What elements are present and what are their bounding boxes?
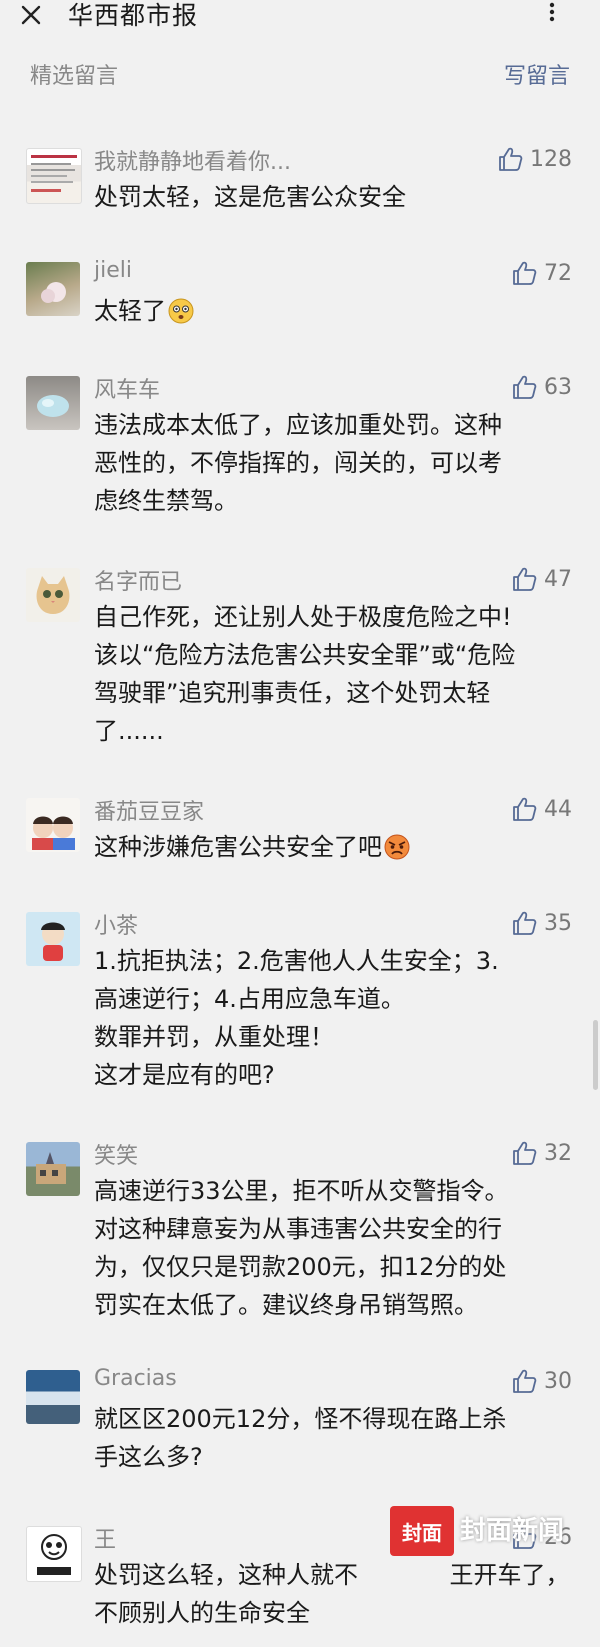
thumbs-up-icon <box>513 375 537 399</box>
like-count: 35 <box>544 910 572 936</box>
comment-line: 这种涉嫌危害公共安全了吧 <box>94 828 574 866</box>
avatar[interactable] <box>26 376 80 430</box>
page-title: 华西都市报 <box>68 1 199 30</box>
comment-text: 违法成本太低了，应该加重处罚。这种 恶性的，不停指挥的，闯关的，可以考 虑终生禁… <box>94 406 574 520</box>
like-button[interactable]: 63 <box>510 372 572 402</box>
like-count: 32 <box>544 1140 572 1166</box>
comment-nickname: Gracias <box>94 1366 177 1391</box>
thumbs-up-icon <box>513 911 537 935</box>
close-icon[interactable] <box>16 0 46 30</box>
comment-line: 数罪并罚，从重处理！ <box>94 1023 334 1051</box>
comment-text: 太轻了 <box>94 292 574 330</box>
thumbs-up-icon <box>513 567 537 591</box>
comment-line: 了...... <box>94 717 164 745</box>
comment-text: 就区区200元12分，怪不得现在路上杀 手这么多? <box>94 1400 574 1476</box>
comment-text: 自己作死，还让别人处于极度危险之中! 该以“危险方法危害公共安全罪”或“危险 驾… <box>94 598 574 750</box>
comment-line: 自己作死，还让别人处于极度危险之中! <box>94 603 512 631</box>
avatar[interactable] <box>26 1370 80 1424</box>
comment-line-text: 太轻了 <box>94 297 166 325</box>
comment-nickname: 小茶 <box>94 914 139 939</box>
avatar[interactable] <box>26 148 82 204</box>
comment-nickname: 笑笑 <box>94 1144 139 1169</box>
comment-line: 罚实在太低了。建议终身吊销驾照。 <box>94 1291 478 1319</box>
comment-line: 这才是应有的吧? <box>94 1061 275 1089</box>
comment-text: 高速逆行33公里，拒不听从交警指令。 对这种肆意妄为从事违害公共安全的行 为，仅… <box>94 1172 574 1324</box>
comment-line: 违法成本太低了，应该加重处罚。这种 <box>94 411 502 439</box>
avatar[interactable] <box>26 798 80 852</box>
like-button[interactable]: 32 <box>510 1138 572 1168</box>
like-button[interactable]: 35 <box>510 908 572 938</box>
scrollbar[interactable] <box>593 1020 598 1090</box>
thumbs-up-icon <box>513 1369 537 1393</box>
thumbs-up-icon <box>513 797 537 821</box>
avatar[interactable] <box>26 568 80 622</box>
like-button[interactable]: 128 <box>496 144 572 174</box>
surprised-emoji-icon <box>168 298 194 324</box>
comment-text: 1.抗拒执法；2.危害他人人生安全；3. 高速逆行；4.占用应急车道。 数罪并罚… <box>94 942 574 1094</box>
comment-nickname: 我就静静地看着你... <box>94 150 291 175</box>
comment-line: 高速逆行；4.占用应急车道。 <box>94 985 405 1013</box>
comment-text: 处罚这么轻，这种人就不 王开车了， 不顾别人的生命安全 <box>94 1556 574 1632</box>
thumbs-up-icon <box>513 261 537 285</box>
like-count: 72 <box>544 260 572 286</box>
comment-line: 驾驶罪”追究刑事责任，这个处罚太轻 <box>94 679 491 707</box>
comment-line: 对这种肆意妄为从事违害公共安全的行 <box>94 1215 502 1243</box>
comment-line: 手这么多? <box>94 1443 203 1471</box>
like-count: 47 <box>544 566 572 592</box>
watermark-text: 封面新闻 <box>460 1516 565 1546</box>
avatar[interactable] <box>26 912 80 966</box>
write-comment-link[interactable]: 写留言 <box>504 58 570 90</box>
comment-nickname: 番茄豆豆家 <box>94 800 205 825</box>
like-count: 44 <box>544 796 572 822</box>
angry-emoji-icon <box>384 834 410 860</box>
comment-line-text: 这种涉嫌危害公共安全了吧 <box>94 833 382 861</box>
like-count: 30 <box>544 1368 572 1394</box>
comment-nickname: 风车车 <box>94 378 161 403</box>
comment-line: 1.抗拒执法；2.危害他人人生安全；3. <box>94 947 499 975</box>
like-button[interactable]: 44 <box>510 794 572 824</box>
comment-line: 为，仅仅只是罚款200元，扣12分的处 <box>94 1253 507 1281</box>
comment-line: 虑终生禁驾。 <box>94 487 238 515</box>
comment-line: 恶性的，不停指挥的，闯关的，可以考 <box>94 449 502 477</box>
comment-line: 就区区200元12分，怪不得现在路上杀 <box>94 1405 507 1433</box>
comment-line: 该以“危险方法危害公共安全罪”或“危险 <box>94 641 516 669</box>
comments-header: 精选留言 写留言 <box>0 58 600 98</box>
comment-nickname: jieli <box>94 258 132 283</box>
like-button[interactable]: 72 <box>510 258 572 288</box>
avatar[interactable] <box>26 1526 82 1582</box>
comment-line: 不顾别人的生命安全 <box>94 1599 310 1627</box>
more-icon[interactable] <box>540 2 564 26</box>
comment-line: 高速逆行33公里，拒不听从交警指令。 <box>94 1177 509 1205</box>
like-button[interactable]: 30 <box>510 1366 572 1396</box>
comment-line: 太轻了 <box>94 292 574 330</box>
comment-line: 处罚太轻，这是危害公众安全 <box>94 183 406 211</box>
comment-nickname: 名字而已 <box>94 570 183 595</box>
thumbs-up-icon <box>513 1141 537 1165</box>
comment-text: 处罚太轻，这是危害公众安全 <box>94 178 574 216</box>
section-title: 精选留言 <box>30 64 119 89</box>
avatar[interactable] <box>26 1142 80 1196</box>
comment-nickname: 王 <box>94 1528 117 1553</box>
top-bar: 华西都市报 <box>0 0 600 36</box>
comment-text: 这种涉嫌危害公共安全了吧 <box>94 828 574 866</box>
like-count: 63 <box>544 374 572 400</box>
like-count: 128 <box>530 146 572 172</box>
avatar[interactable] <box>26 262 80 316</box>
thumbs-up-icon <box>499 147 523 171</box>
watermark: 封面 封面新闻 <box>390 1500 580 1562</box>
like-button[interactable]: 47 <box>510 564 572 594</box>
watermark-badge: 封面 <box>390 1506 454 1556</box>
